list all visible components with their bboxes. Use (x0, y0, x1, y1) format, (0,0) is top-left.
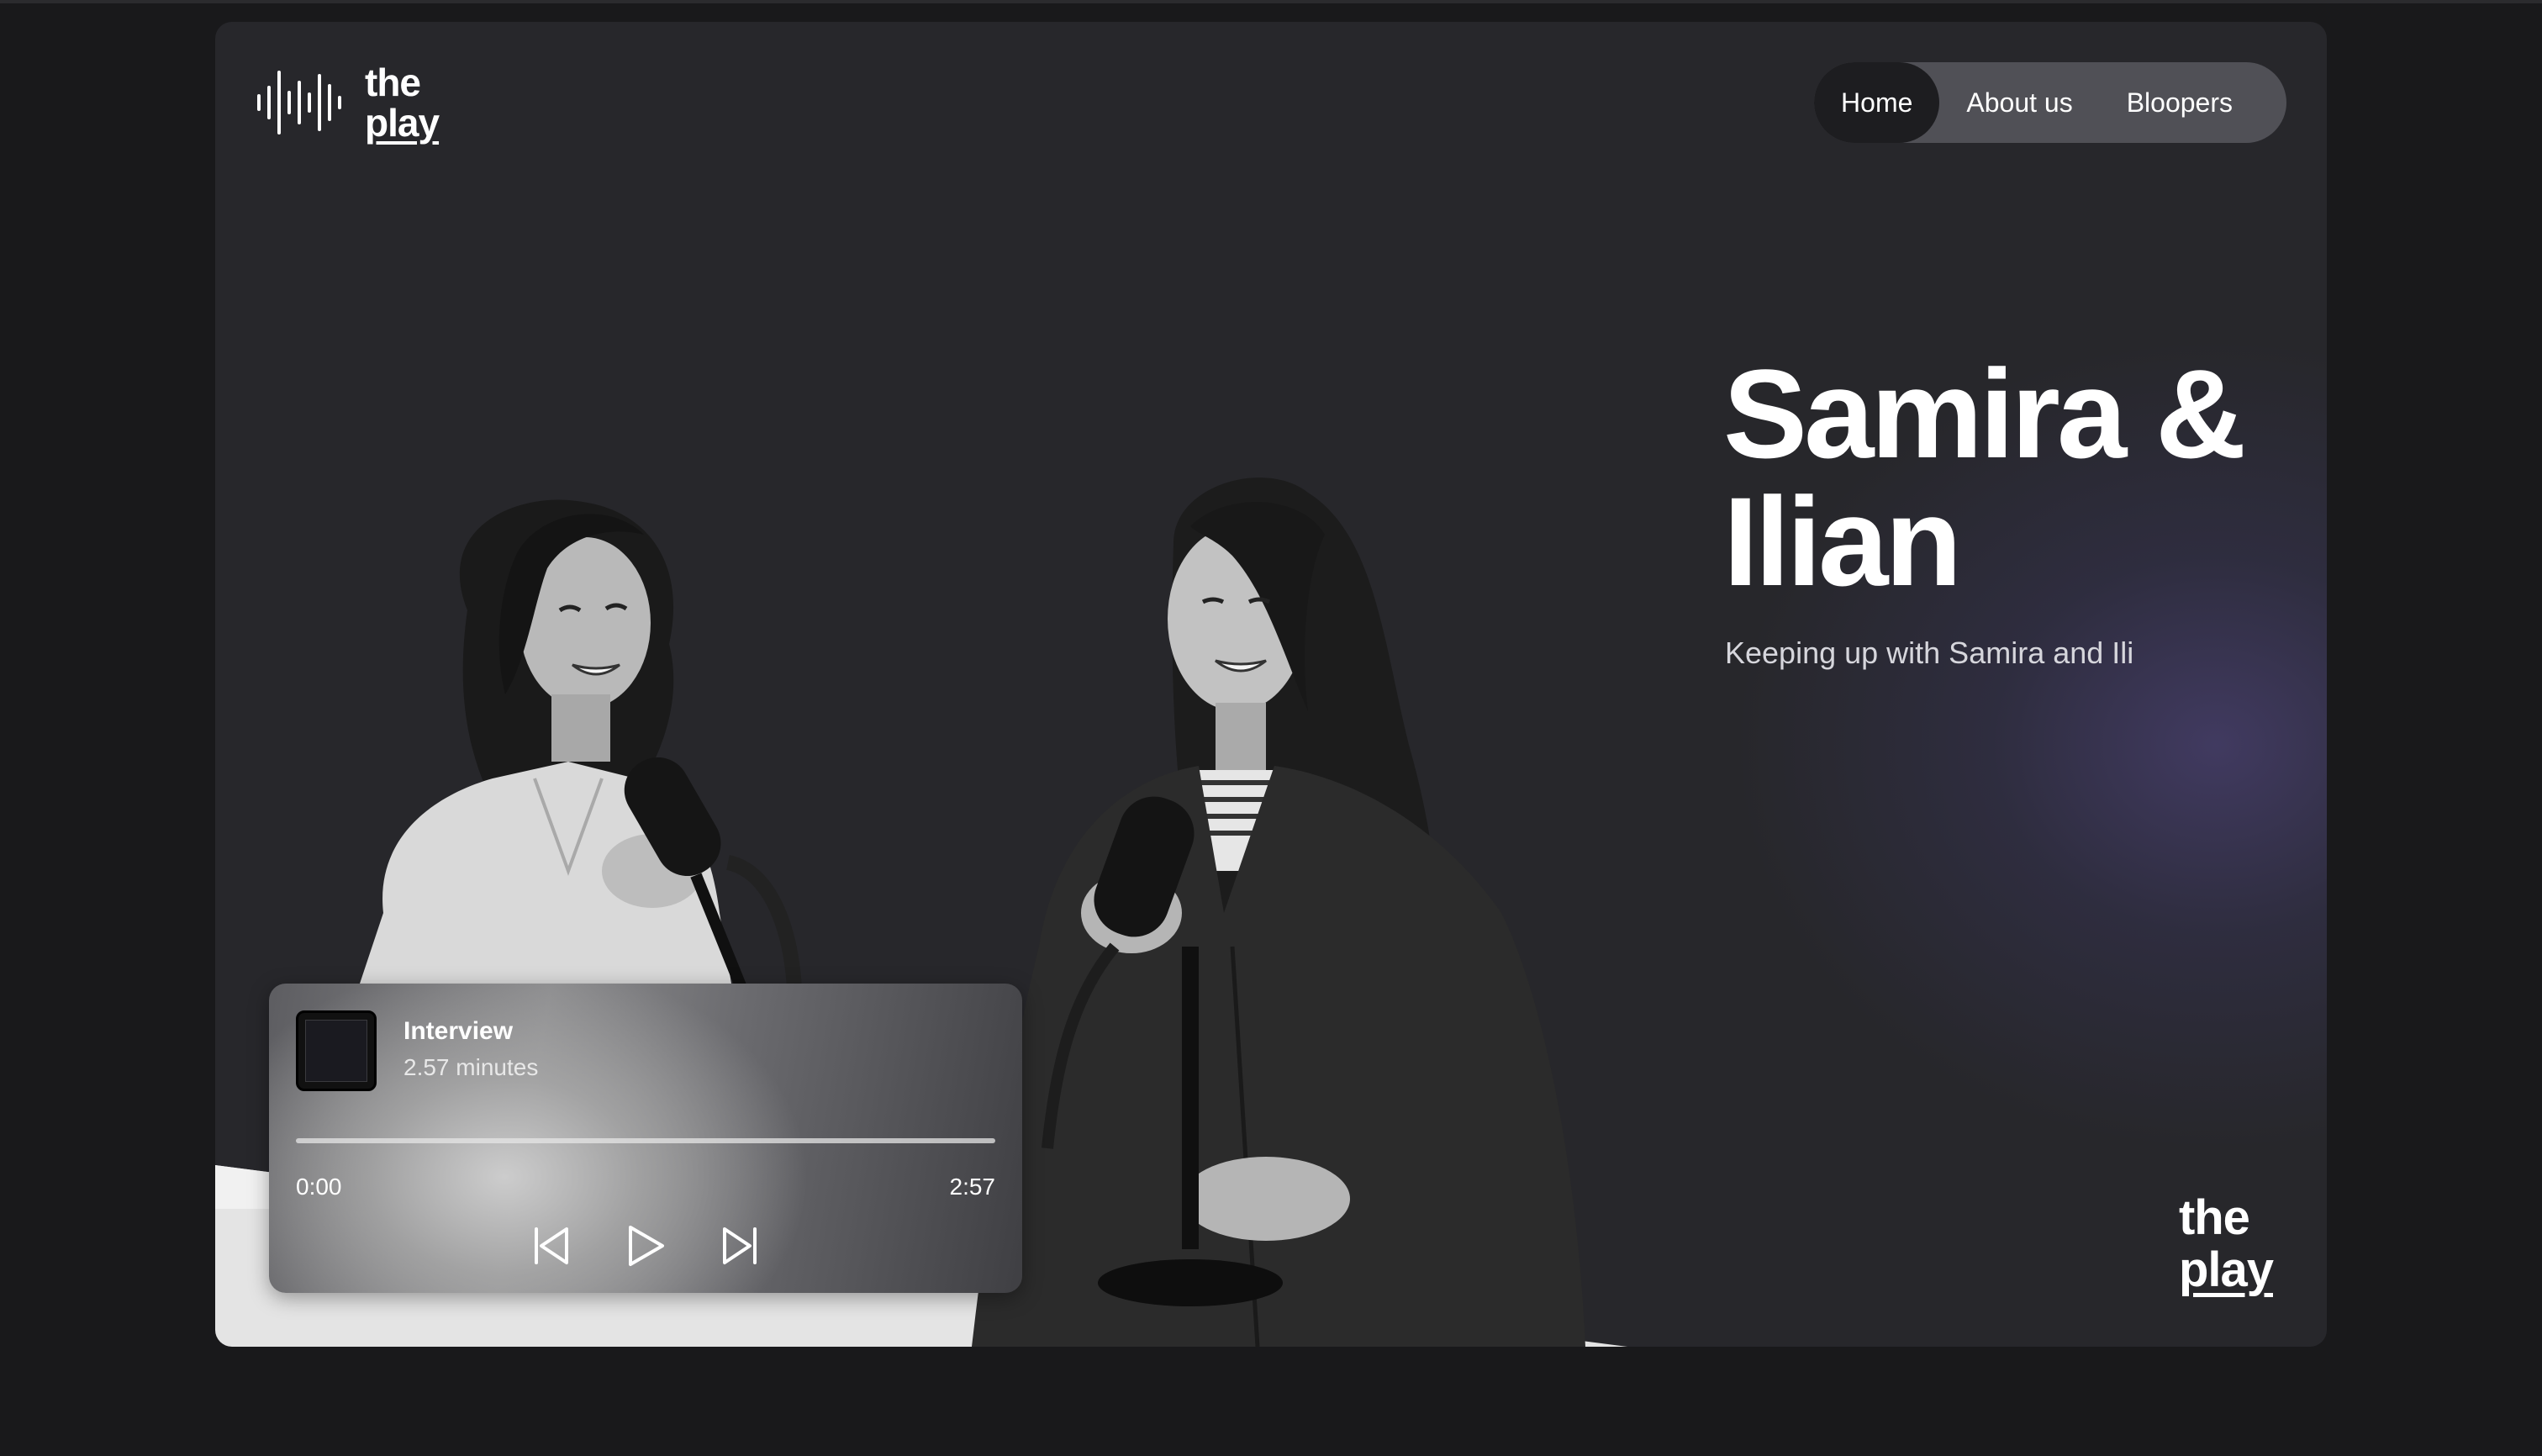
skip-back-icon[interactable] (531, 1222, 572, 1269)
brand-logo[interactable]: the play (256, 61, 440, 145)
main-nav: Home About us Bloopers (1814, 62, 2286, 143)
progress-bar[interactable] (296, 1138, 995, 1143)
hero-card: the play Home About us Bloopers Samira &… (215, 22, 2327, 1347)
browser-top-edge (0, 0, 2542, 3)
nav-home[interactable]: Home (1814, 62, 1940, 143)
track-title: Interview (403, 1017, 514, 1045)
current-time: 0:00 (296, 1174, 342, 1200)
brand-wordmark: the play (365, 61, 440, 145)
total-time: 2:57 (949, 1174, 996, 1200)
player-controls (269, 1219, 1022, 1273)
brand-line-2: play (365, 101, 440, 145)
soundwave-icon (257, 71, 341, 135)
audio-player: Interview 2.57 minutes 0:00 2:57 (269, 984, 1022, 1293)
brand-line-1: the (365, 61, 421, 104)
corner-brand-logo: the play (2178, 1190, 2274, 1297)
play-icon[interactable] (625, 1222, 666, 1269)
nav-about-us[interactable]: About us (1939, 62, 2099, 143)
host-left-figure (350, 499, 803, 1015)
nav-bloopers[interactable]: Bloopers (2100, 62, 2260, 143)
corner-brand-line-2: play (2178, 1242, 2274, 1297)
track-thumbnail (296, 1010, 377, 1091)
host-right-figure (972, 477, 1585, 1347)
skip-forward-icon[interactable] (720, 1222, 760, 1269)
hero-title: Samira & Ilian (1723, 343, 2246, 612)
hero-subtitle: Keeping up with Samira and Ili (1725, 636, 2134, 670)
corner-brand-line-1: the (2178, 1190, 2250, 1245)
track-duration-label: 2.57 minutes (403, 1054, 539, 1080)
